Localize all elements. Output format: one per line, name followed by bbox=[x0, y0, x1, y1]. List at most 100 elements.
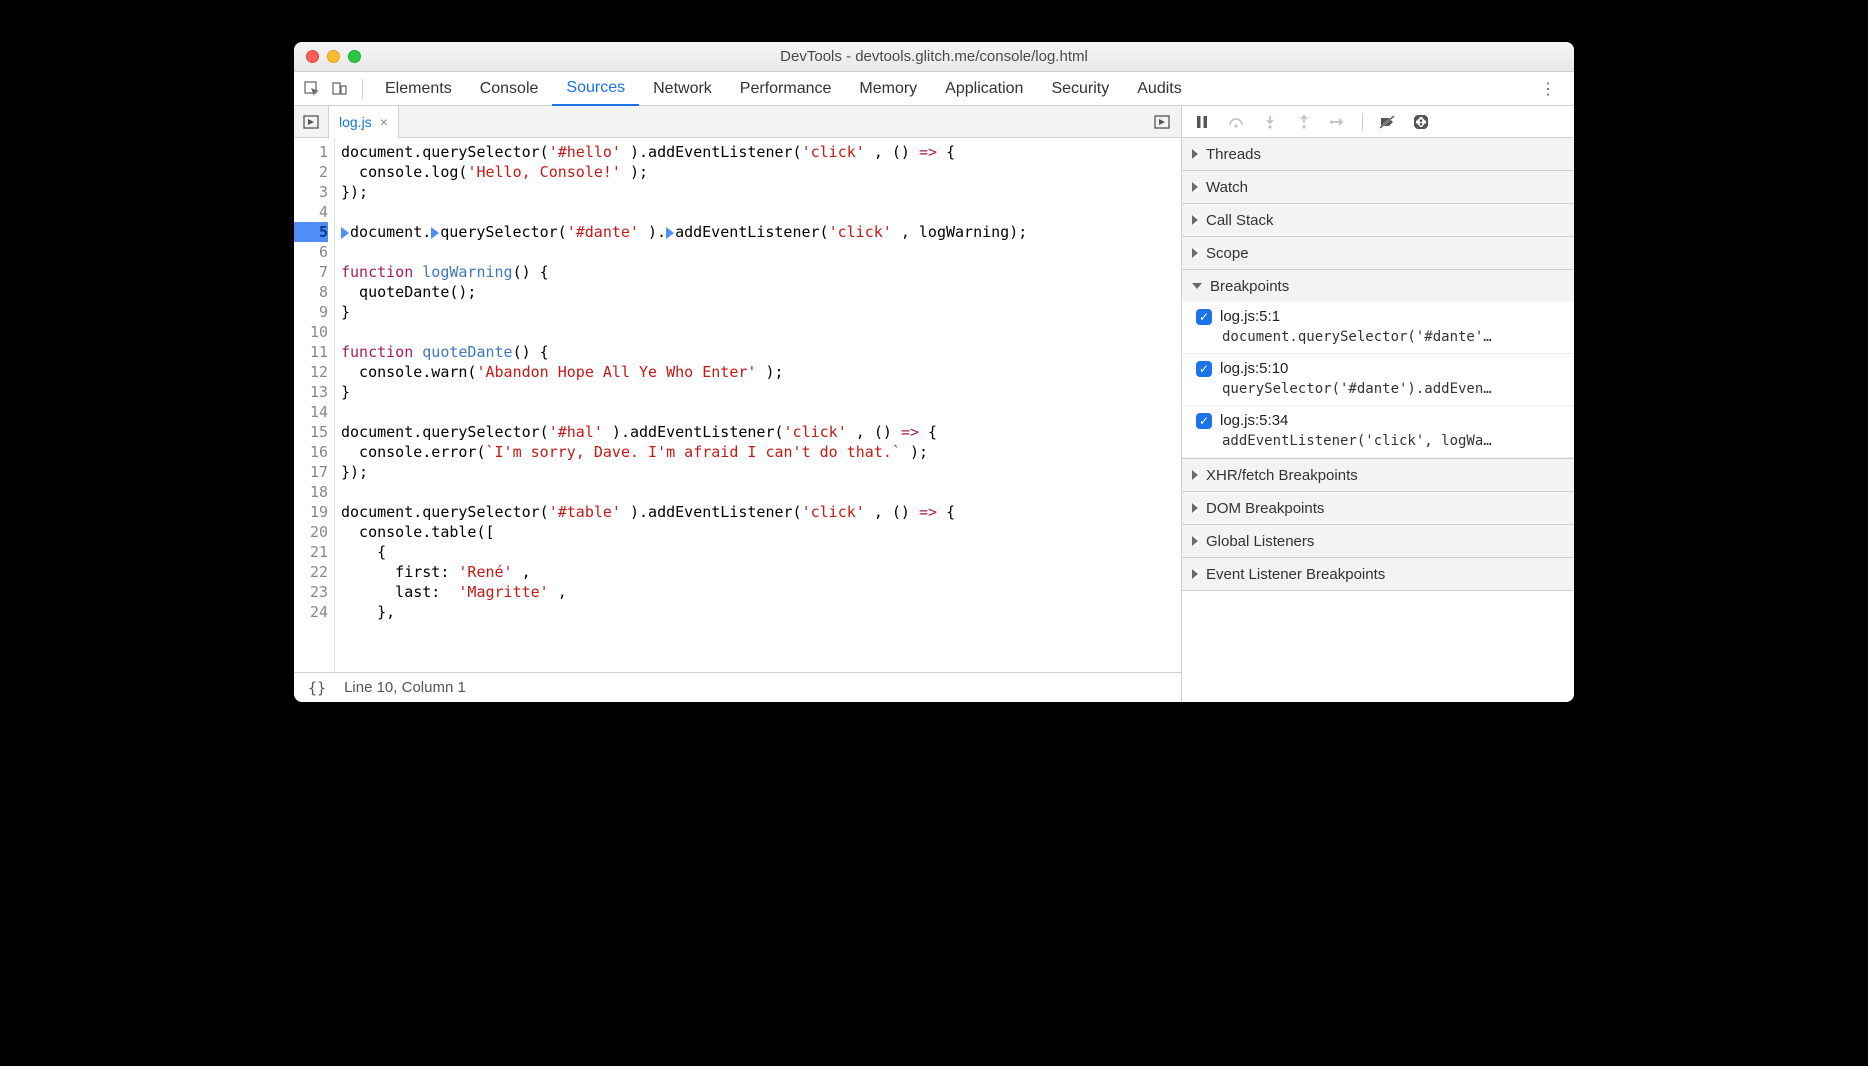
tab-performance[interactable]: Performance bbox=[726, 72, 846, 106]
line-number[interactable]: 11 bbox=[294, 342, 328, 362]
line-number[interactable]: 14 bbox=[294, 402, 328, 422]
line-number[interactable]: 17 bbox=[294, 462, 328, 482]
code-line[interactable]: first: 'René' , bbox=[341, 562, 1181, 582]
code-line[interactable]: }, bbox=[341, 602, 1181, 622]
line-number[interactable]: 8 bbox=[294, 282, 328, 302]
line-gutter[interactable]: 123456789101112131415161718192021222324 bbox=[294, 138, 334, 672]
code-line[interactable]: function quoteDante() { bbox=[341, 342, 1181, 362]
line-number[interactable]: 16 bbox=[294, 442, 328, 462]
pane-header[interactable]: Watch bbox=[1182, 171, 1574, 203]
line-number[interactable]: 19 bbox=[294, 502, 328, 522]
tab-application[interactable]: Application bbox=[931, 72, 1037, 106]
code-line[interactable]: document.querySelector('#hello' ).addEve… bbox=[341, 142, 1181, 162]
chevron-right-icon bbox=[1192, 536, 1198, 546]
code-line[interactable]: } bbox=[341, 302, 1181, 322]
device-toolbar-icon[interactable] bbox=[326, 81, 354, 97]
pause-on-exceptions-icon[interactable] bbox=[1411, 115, 1431, 129]
line-number[interactable]: 3 bbox=[294, 182, 328, 202]
breakpoint-checkbox[interactable]: ✓ bbox=[1196, 413, 1212, 429]
code-line[interactable]: }); bbox=[341, 462, 1181, 482]
tab-sources[interactable]: Sources bbox=[552, 72, 639, 106]
code-line[interactable]: document.querySelector('#hal' ).addEvent… bbox=[341, 422, 1181, 442]
pane-header[interactable]: Scope bbox=[1182, 237, 1574, 269]
pane-header[interactable]: Global Listeners bbox=[1182, 525, 1574, 557]
tab-elements[interactable]: Elements bbox=[371, 72, 466, 106]
pause-icon[interactable] bbox=[1192, 115, 1212, 129]
tab-network[interactable]: Network bbox=[639, 72, 726, 106]
code-line[interactable]: document.querySelector('#table' ).addEve… bbox=[341, 502, 1181, 522]
line-number[interactable]: 2 bbox=[294, 162, 328, 182]
status-bar: {} Line 10, Column 1 bbox=[294, 672, 1181, 702]
close-tab-icon[interactable]: × bbox=[380, 114, 388, 130]
zoom-window-button[interactable] bbox=[348, 50, 361, 63]
line-number[interactable]: 6 bbox=[294, 242, 328, 262]
breakpoint-item[interactable]: ✓log.js:5:1document.querySelector('#dant… bbox=[1182, 302, 1574, 354]
more-menu-icon[interactable]: ⋮ bbox=[1526, 79, 1570, 99]
code-line[interactable] bbox=[341, 322, 1181, 342]
tab-console[interactable]: Console bbox=[466, 72, 553, 106]
breakpoint-checkbox[interactable]: ✓ bbox=[1196, 309, 1212, 325]
line-number[interactable]: 7 bbox=[294, 262, 328, 282]
breakpoint-item[interactable]: ✓log.js:5:34addEventListener('click', lo… bbox=[1182, 406, 1574, 458]
deactivate-breakpoints-icon[interactable] bbox=[1377, 115, 1397, 129]
file-tab-logjs[interactable]: log.js × bbox=[328, 106, 399, 138]
step-icon[interactable] bbox=[1328, 116, 1348, 128]
line-number[interactable]: 9 bbox=[294, 302, 328, 322]
code-line[interactable]: document.querySelector('#dante' ).addEve… bbox=[341, 222, 1181, 242]
pane-header[interactable]: Threads bbox=[1182, 138, 1574, 170]
pane-watch: Watch bbox=[1182, 171, 1574, 204]
code-line[interactable] bbox=[341, 402, 1181, 422]
code-line[interactable] bbox=[341, 202, 1181, 222]
pane-header[interactable]: Event Listener Breakpoints bbox=[1182, 558, 1574, 590]
tab-audits[interactable]: Audits bbox=[1123, 72, 1195, 106]
inspect-element-icon[interactable] bbox=[298, 81, 326, 97]
show-debugger-icon[interactable] bbox=[1149, 114, 1175, 130]
line-number[interactable]: 5 bbox=[294, 222, 328, 242]
pretty-print-icon[interactable]: {} bbox=[308, 679, 326, 697]
pane-header[interactable]: XHR/fetch Breakpoints bbox=[1182, 459, 1574, 491]
traffic-lights bbox=[306, 50, 361, 63]
tab-memory[interactable]: Memory bbox=[845, 72, 931, 106]
line-number[interactable]: 22 bbox=[294, 562, 328, 582]
line-number[interactable]: 21 bbox=[294, 542, 328, 562]
pane-header[interactable]: Call Stack bbox=[1182, 204, 1574, 236]
code-line[interactable]: { bbox=[341, 542, 1181, 562]
code-line[interactable]: console.log('Hello, Console!' ); bbox=[341, 162, 1181, 182]
code-line[interactable]: quoteDante(); bbox=[341, 282, 1181, 302]
step-out-icon[interactable] bbox=[1294, 115, 1314, 129]
code-line[interactable]: last: 'Magritte' , bbox=[341, 582, 1181, 602]
code-line[interactable]: console.error(`I'm sorry, Dave. I'm afra… bbox=[341, 442, 1181, 462]
show-navigator-icon[interactable] bbox=[298, 114, 324, 130]
debugger-sidebar: ThreadsWatchCall StackScopeBreakpoints✓l… bbox=[1182, 106, 1574, 702]
code-line[interactable] bbox=[341, 482, 1181, 502]
line-number[interactable]: 13 bbox=[294, 382, 328, 402]
pane-header[interactable]: Breakpoints bbox=[1182, 270, 1574, 302]
line-number[interactable]: 12 bbox=[294, 362, 328, 382]
code-content[interactable]: document.querySelector('#hello' ).addEve… bbox=[334, 138, 1181, 672]
code-line[interactable]: } bbox=[341, 382, 1181, 402]
code-editor[interactable]: 123456789101112131415161718192021222324 … bbox=[294, 138, 1181, 672]
code-line[interactable]: console.warn('Abandon Hope All Ye Who En… bbox=[341, 362, 1181, 382]
code-line[interactable] bbox=[341, 242, 1181, 262]
line-number[interactable]: 15 bbox=[294, 422, 328, 442]
line-number[interactable]: 20 bbox=[294, 522, 328, 542]
step-into-icon[interactable] bbox=[1260, 115, 1280, 129]
close-window-button[interactable] bbox=[306, 50, 319, 63]
tab-security[interactable]: Security bbox=[1037, 72, 1123, 106]
breakpoint-checkbox[interactable]: ✓ bbox=[1196, 361, 1212, 377]
code-line[interactable]: console.table([ bbox=[341, 522, 1181, 542]
step-over-icon[interactable] bbox=[1226, 115, 1246, 129]
line-number[interactable]: 1 bbox=[294, 142, 328, 162]
line-number[interactable]: 18 bbox=[294, 482, 328, 502]
chevron-right-icon bbox=[1192, 149, 1198, 159]
line-number[interactable]: 24 bbox=[294, 602, 328, 622]
line-number[interactable]: 10 bbox=[294, 322, 328, 342]
code-line[interactable]: }); bbox=[341, 182, 1181, 202]
pane-global-listeners: Global Listeners bbox=[1182, 525, 1574, 558]
pane-header[interactable]: DOM Breakpoints bbox=[1182, 492, 1574, 524]
minimize-window-button[interactable] bbox=[327, 50, 340, 63]
breakpoint-item[interactable]: ✓log.js:5:10querySelector('#dante').addE… bbox=[1182, 354, 1574, 406]
line-number[interactable]: 4 bbox=[294, 202, 328, 222]
line-number[interactable]: 23 bbox=[294, 582, 328, 602]
code-line[interactable]: function logWarning() { bbox=[341, 262, 1181, 282]
